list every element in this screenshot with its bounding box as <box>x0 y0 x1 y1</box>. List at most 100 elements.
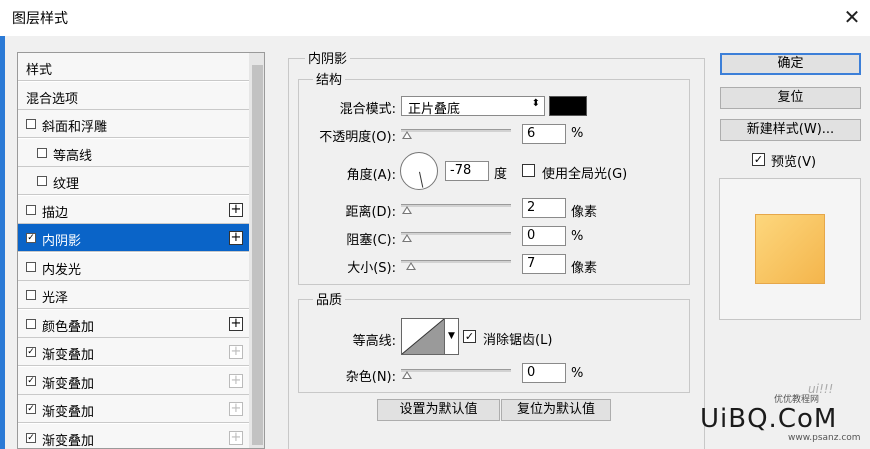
style-list-item[interactable]: 内发光 <box>18 252 249 281</box>
style-list-label: 斜面和浮雕 <box>42 120 108 135</box>
distance-unit: 像素 <box>571 205 598 220</box>
choke-slider-handle[interactable] <box>402 234 412 242</box>
style-checkbox[interactable]: ✓ <box>26 404 36 414</box>
size-slider[interactable] <box>401 260 511 263</box>
distance-slider-handle[interactable] <box>402 206 412 214</box>
inner-shadow-title: 内阴影 <box>305 48 351 67</box>
close-icon[interactable]: ✕ <box>838 4 866 30</box>
style-list-item[interactable]: ✓ 内阴影 + <box>18 224 249 252</box>
contour-dropdown-arrow[interactable]: ▼ <box>445 318 459 355</box>
opacity-slider[interactable] <box>401 129 511 132</box>
watermark-url: www.psanz.com <box>788 433 861 443</box>
style-checkbox[interactable] <box>26 261 36 272</box>
distance-field[interactable]: 2 <box>522 198 566 218</box>
angle-label: 角度(A): <box>346 168 396 183</box>
noise-field[interactable]: 0 <box>522 363 566 383</box>
title-bar: 图层样式 ✕ <box>0 0 870 36</box>
scrollbar-thumb[interactable] <box>252 65 263 445</box>
style-list-label: 渐变叠加 <box>42 348 95 363</box>
style-list-item[interactable]: 描边 + <box>18 195 249 224</box>
contour-preview[interactable] <box>401 318 445 355</box>
anti-alias-checkbox[interactable]: ✓ <box>463 330 476 343</box>
add-effect-icon[interactable]: + <box>229 373 243 388</box>
style-checkbox[interactable]: ✓ <box>26 347 36 357</box>
style-list-item[interactable]: ✓ 渐变叠加 + <box>18 338 249 366</box>
blend-mode-value: 正片叠底 <box>408 102 461 117</box>
choke-field[interactable]: 0 <box>522 226 566 246</box>
style-list-label: 样式 <box>26 63 53 78</box>
blend-mode-label: 混合模式: <box>339 102 396 117</box>
angle-unit: 度 <box>494 167 508 182</box>
style-list-item[interactable]: 斜面和浮雕 <box>18 110 249 138</box>
contour-curve-icon <box>402 319 444 354</box>
add-effect-icon[interactable]: + <box>229 316 243 331</box>
blend-mode-select[interactable]: 正片叠底 ⬍ <box>401 96 545 117</box>
quality-legend: 品质 <box>313 289 346 308</box>
add-effect-icon[interactable]: + <box>229 202 243 217</box>
style-list-label: 内发光 <box>42 262 82 278</box>
watermark-text: UiBQ.CoM <box>700 404 838 434</box>
new-style-button[interactable]: 新建样式(W)... <box>720 119 861 141</box>
add-effect-icon[interactable]: + <box>229 430 243 445</box>
style-list-item[interactable]: 光泽 <box>18 281 249 309</box>
noise-unit: % <box>571 366 584 381</box>
size-field[interactable]: 7 <box>522 254 566 274</box>
structure-legend: 结构 <box>313 69 346 88</box>
distance-label: 距离(D): <box>345 205 396 220</box>
angle-dial[interactable] <box>400 152 438 190</box>
style-list-item[interactable]: 等高线 <box>18 138 249 167</box>
style-checkbox[interactable]: ✓ <box>26 375 36 386</box>
size-unit: 像素 <box>571 261 598 276</box>
stepper-arrows-icon: ⬍ <box>531 98 540 109</box>
style-checkbox[interactable]: ✓ <box>26 432 36 443</box>
opacity-field[interactable]: 6 <box>522 124 566 144</box>
style-list-item[interactable]: 颜色叠加 + <box>18 309 249 338</box>
make-default-button[interactable]: 设置为默认值 <box>377 399 500 421</box>
preview-checkbox[interactable]: ✓ <box>752 153 765 166</box>
style-checkbox[interactable] <box>26 119 36 129</box>
style-list-item[interactable]: 混合选项 <box>18 81 249 110</box>
style-checkbox[interactable] <box>37 176 47 186</box>
noise-slider[interactable] <box>401 369 511 372</box>
window-title: 图层样式 <box>12 11 68 27</box>
reset-button[interactable]: 复位 <box>720 87 861 109</box>
preview-thumbnail <box>719 178 861 320</box>
opacity-slider-handle[interactable] <box>402 131 412 139</box>
style-checkbox[interactable] <box>26 290 36 300</box>
style-checkbox[interactable] <box>26 204 36 215</box>
contour-label: 等高线: <box>352 334 396 349</box>
style-list-label: 内阴影 <box>42 234 82 249</box>
style-list-label: 混合选项 <box>26 91 79 107</box>
distance-slider[interactable] <box>401 204 511 207</box>
style-list-label: 纹理 <box>53 177 80 192</box>
angle-field[interactable]: -78 <box>445 161 489 181</box>
style-checkbox[interactable] <box>26 318 36 329</box>
preview-label: 预览(V) <box>771 155 817 170</box>
shadow-color-swatch[interactable] <box>549 96 587 116</box>
add-effect-icon[interactable]: + <box>229 402 243 416</box>
global-light-checkbox[interactable] <box>522 164 535 177</box>
style-list-item[interactable]: ✓ 渐变叠加 + <box>18 395 249 423</box>
style-list-item[interactable]: 样式 <box>18 53 249 81</box>
noise-slider-handle[interactable] <box>402 371 412 379</box>
size-label: 大小(S): <box>347 261 396 276</box>
choke-unit: % <box>571 229 584 244</box>
style-list-label: 颜色叠加 <box>42 319 95 335</box>
style-list-item[interactable]: ✓ 渐变叠加 + <box>18 423 249 448</box>
ok-button[interactable]: 确定 <box>720 53 861 75</box>
preview-swatch <box>755 214 825 284</box>
style-checkbox[interactable] <box>37 147 47 158</box>
style-checkbox[interactable]: ✓ <box>26 233 36 243</box>
size-slider-handle[interactable] <box>406 262 416 270</box>
reset-to-default-button[interactable]: 复位为默认值 <box>501 399 611 421</box>
style-list-item[interactable]: 纹理 <box>18 167 249 195</box>
style-list: 样式 混合选项 斜面和浮雕 等高线 纹理 描边 + ✓ 内阴影 + 内发光 光泽 颜色叠加 + ✓ 渐变叠加 +… <box>17 52 265 449</box>
style-list-item[interactable]: ✓ 渐变叠加 + <box>18 366 249 395</box>
noise-label: 杂色(N): <box>345 370 396 385</box>
anti-alias-label: 消除锯齿(L) <box>483 333 553 348</box>
choke-slider[interactable] <box>401 232 511 235</box>
global-light-label: 使用全局光(G) <box>542 167 628 182</box>
add-effect-icon[interactable]: + <box>229 345 243 359</box>
add-effect-icon[interactable]: + <box>229 231 243 245</box>
choke-label: 阻塞(C): <box>346 233 396 248</box>
